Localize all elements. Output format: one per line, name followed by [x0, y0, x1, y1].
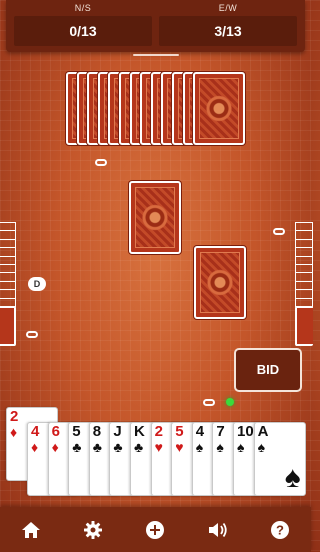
played-card-east [194, 246, 246, 319]
card-rank: 2 [10, 408, 19, 425]
card-suit-icon: ♠ [257, 439, 266, 455]
card-rank: A [257, 423, 269, 440]
card-suit-icon: ♣ [134, 439, 144, 455]
south-bid-indicator [203, 399, 215, 406]
plus-icon[interactable] [143, 518, 167, 542]
card-suit-icon: ♠ [216, 439, 224, 455]
ns-label: N/S [74, 3, 92, 13]
speaker-icon[interactable] [206, 518, 230, 542]
card-suit-icon: ♠ [195, 439, 204, 455]
north-card-back [193, 72, 246, 145]
card-suit-icon: ♥ [175, 439, 184, 455]
card-rank: 10 [237, 423, 254, 440]
card-suit-icon: ♠ [237, 439, 245, 455]
bid-button[interactable]: BID [234, 348, 302, 392]
bottom-nav: ? [0, 507, 311, 552]
ew-score: E/W 3/13 [159, 0, 297, 46]
card-suit-icon: ♦ [51, 439, 59, 455]
west-hand [0, 222, 16, 346]
north-hand [66, 72, 246, 145]
card-rank: 4 [31, 423, 40, 440]
card-big-suit-icon: ♠ [284, 461, 301, 494]
card-rank: 4 [195, 423, 205, 440]
card-rank: 5 [72, 423, 81, 440]
card-suit-icon: ♣ [72, 439, 82, 455]
ew-value: 3/13 [159, 16, 297, 46]
home-icon[interactable] [19, 518, 43, 542]
card-suit-icon: ♥ [154, 439, 163, 455]
card-suit-icon: ♦ [10, 424, 18, 440]
ns-score: N/S 0/13 [14, 0, 152, 46]
played-card-north [129, 181, 181, 254]
card-rank: K [134, 423, 145, 440]
help-icon[interactable]: ? [268, 518, 292, 542]
east-bid-indicator [273, 228, 285, 235]
side-card-back [0, 306, 16, 346]
card-suit-icon: ♣ [113, 439, 123, 455]
card-rank: 2 [154, 423, 163, 440]
card-rank: 7 [216, 423, 225, 440]
card-rank: J [113, 423, 122, 440]
card-rank: 5 [175, 423, 184, 440]
player-hand: 2 ♦ 4 ♦ 6 ♦ 5 ♣ 8 ♣ J ♣ K ♣ 2 ♥ 5 ♥ 4 ♠ 7 ♠ 10 ♠ A ♠ ♠ [0, 407, 311, 497]
panel-handle[interactable] [133, 54, 179, 56]
hand-card[interactable]: A ♠ ♠ [253, 422, 306, 496]
ns-value: 0/13 [14, 16, 152, 46]
gear-icon[interactable] [81, 518, 105, 542]
turn-indicator [226, 398, 234, 406]
card-suit-icon: ♣ [92, 439, 102, 455]
dealer-chip: D [28, 277, 46, 291]
card-rank: 6 [51, 423, 60, 440]
svg-text:?: ? [276, 522, 284, 537]
card-suit-icon: ♦ [31, 439, 39, 455]
ew-label: E/W [218, 3, 238, 13]
east-hand [295, 222, 313, 346]
card-rank: 8 [92, 423, 102, 440]
side-card-back [295, 306, 313, 346]
west-bid-indicator [26, 331, 38, 338]
score-panel: N/S 0/13 E/W 3/13 [6, 0, 305, 52]
north-bid-indicator [95, 159, 107, 166]
